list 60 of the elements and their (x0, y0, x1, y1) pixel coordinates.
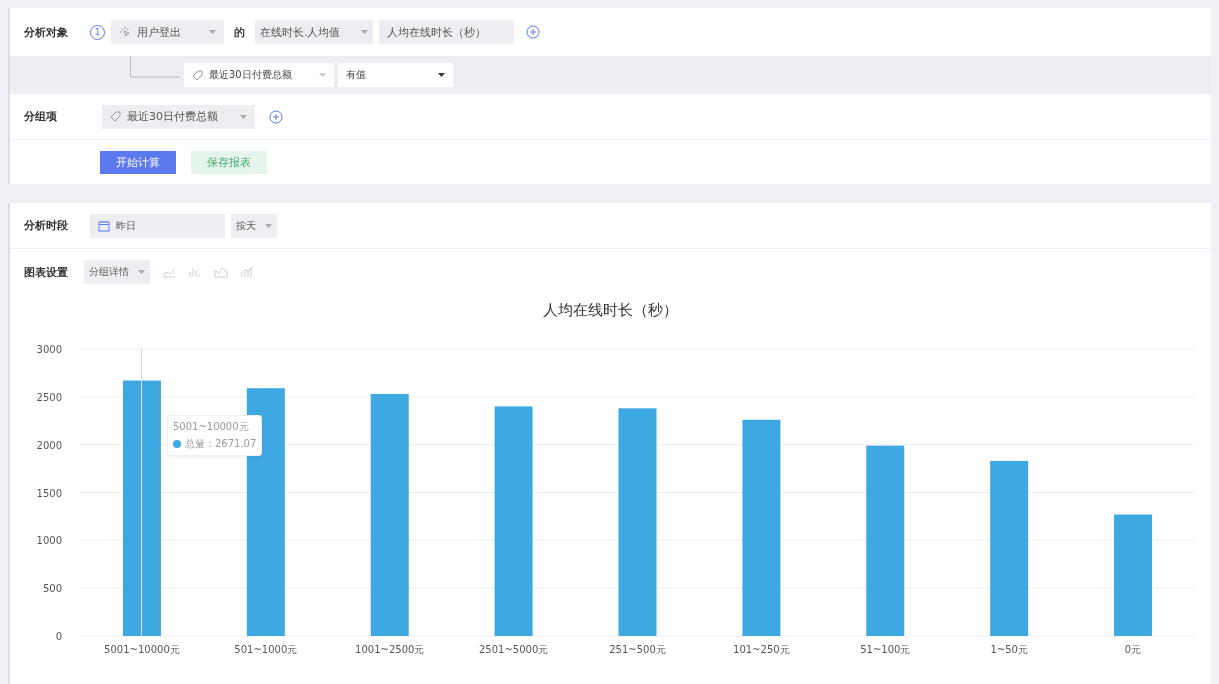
y-axis-label: 1500 (36, 487, 62, 499)
tooltip-title: 5001~10000元 (172, 420, 250, 434)
x-axis-label: 501~1000元 (234, 644, 298, 655)
section-label: 分组项 (24, 109, 58, 124)
y-axis-label: 2500 (36, 391, 62, 403)
x-axis-label: 1~50元 (990, 644, 1028, 655)
metric-dropdown[interactable]: 在线时长.人均值 (255, 20, 373, 44)
bar-chart-icon[interactable] (188, 266, 202, 278)
date-field[interactable]: 昨日 (90, 213, 225, 238)
granularity-dropdown[interactable]: 按天 (231, 213, 277, 238)
x-axis-label: 251~500元 (609, 644, 666, 655)
x-axis-label: 2501~5000元 (478, 644, 549, 655)
filter-condition-dropdown[interactable]: 有值 (338, 63, 453, 87)
bar[interactable] (990, 460, 1029, 636)
line-chart-icon[interactable] (162, 266, 176, 278)
x-axis-label: 101~250元 (733, 644, 790, 655)
caret-icon (438, 73, 445, 77)
add-icon[interactable] (526, 25, 540, 39)
bar[interactable] (370, 393, 409, 636)
calculate-button[interactable]: 开始计算 (100, 150, 176, 174)
metric-name-field[interactable]: 人均在线时长（秒） (379, 20, 514, 44)
bar[interactable] (742, 419, 781, 636)
caret-icon (319, 73, 326, 77)
section-label: 分析对象 (24, 24, 69, 40)
tag-icon (110, 111, 121, 122)
section-label: 分析时段 (24, 218, 69, 233)
click-icon (119, 26, 131, 38)
x-axis-label: 0元 (1124, 644, 1142, 655)
bar[interactable] (1114, 514, 1153, 636)
x-axis-label: 51~100元 (860, 644, 911, 655)
bar[interactable] (494, 406, 533, 636)
bar[interactable] (122, 380, 161, 636)
caret-icon (361, 30, 368, 34)
bar[interactable] (866, 445, 905, 636)
chart-title: 人均在线时长（秒） (542, 300, 679, 321)
bar[interactable] (618, 408, 657, 636)
x-axis-label: 1001~2500元 (355, 644, 425, 655)
x-axis-label: 5001~10000元 (104, 644, 180, 655)
filter-property-dropdown[interactable]: 最近30日付费总额 (184, 63, 334, 87)
chart-mode-dropdown[interactable]: 分组详情 (84, 260, 150, 284)
caret-icon (138, 270, 145, 274)
tooltip-value: 总量：2671.07 (184, 437, 257, 451)
y-axis-label: 500 (42, 583, 62, 595)
caret-icon (240, 114, 247, 119)
combo-chart-icon[interactable] (240, 266, 254, 278)
area-chart-icon[interactable] (214, 266, 228, 278)
connector-word: 的 (234, 24, 245, 40)
add-icon[interactable] (269, 109, 283, 124)
connector-line (130, 56, 180, 80)
group-dropdown[interactable]: 最近30日付费总额 (102, 104, 255, 129)
tag-icon (192, 69, 203, 81)
y-axis-label: 2000 (36, 439, 62, 451)
caret-icon (209, 30, 216, 34)
y-axis-label: 3000 (36, 344, 62, 355)
calendar-icon (98, 219, 110, 232)
section-label: 图表设置 (24, 264, 69, 280)
event-dropdown[interactable]: 用户登出 (111, 20, 224, 44)
caret-icon (265, 223, 272, 228)
y-axis-label: 0 (55, 631, 62, 642)
y-axis-label: 1000 (36, 535, 62, 547)
